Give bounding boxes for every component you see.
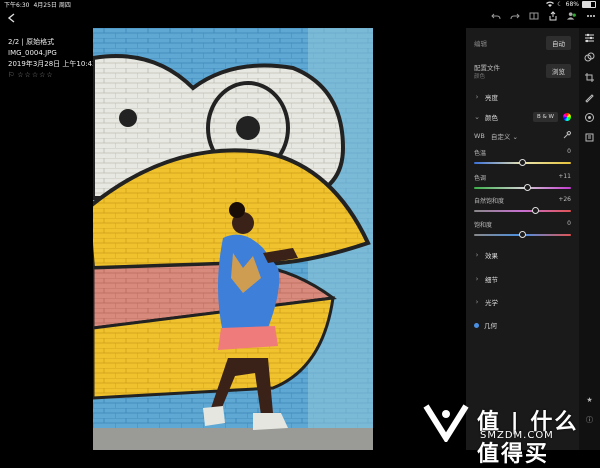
chevron-down-icon: ⌄	[474, 113, 480, 121]
slider-row: 色温 0	[474, 148, 571, 166]
watermark: 值 | 什么值得买 SMZDM.COM	[422, 402, 592, 467]
watermark-logo-icon	[423, 404, 469, 444]
auto-button[interactable]: 自动	[546, 36, 571, 50]
section-light-label: 亮度	[485, 94, 498, 102]
redo-icon	[510, 13, 520, 20]
chevron-left-icon	[7, 13, 15, 23]
section-detail[interactable]: › 细节	[474, 274, 571, 284]
slider-label: 自然饱和度	[474, 198, 505, 205]
edit-panel: 编辑 自动 配置文件 颜色 浏览 › 亮度 ⌄ 颜色 B & W WB 自定义 ⌄ …	[466, 28, 579, 450]
more-button[interactable]	[586, 11, 596, 21]
compare-icon	[529, 12, 539, 20]
star-rating[interactable]: ☆☆☆☆☆	[17, 70, 53, 81]
status-time: 下午6:30	[4, 2, 30, 9]
undo-icon	[491, 13, 501, 20]
moon-icon: ☾	[557, 1, 563, 8]
flag-icon[interactable]: ⚐	[8, 70, 14, 81]
section-color-label: 颜色	[485, 114, 498, 122]
section-geometry-label: 几何	[484, 322, 497, 330]
compare-button[interactable]	[529, 11, 539, 21]
chevron-right-icon: ›	[475, 275, 479, 283]
slider-track[interactable]	[474, 184, 571, 191]
chevron-down-icon: ⌄	[512, 133, 518, 141]
section-light[interactable]: › 亮度	[474, 92, 571, 102]
battery-fill	[583, 2, 592, 7]
share-icon	[549, 11, 557, 21]
slider-value[interactable]: 0	[567, 220, 571, 229]
photo-image	[93, 28, 373, 450]
redo-button[interactable]	[510, 11, 520, 21]
status-date: 4月25日 周四	[33, 2, 71, 9]
section-effects[interactable]: › 效果	[474, 250, 571, 260]
slider-track[interactable]	[474, 231, 571, 238]
section-color[interactable]: ⌄ 颜色 B & W	[474, 112, 571, 122]
slider-track[interactable]	[474, 159, 571, 166]
share-button[interactable]	[548, 11, 558, 21]
slider-row: 色调 +11	[474, 173, 571, 191]
slider-knob[interactable]	[524, 184, 532, 191]
top-toolbar	[491, 11, 596, 21]
browse-button[interactable]: 浏览	[546, 64, 571, 78]
section-geometry[interactable]: 几何	[474, 320, 571, 330]
bw-button[interactable]: B & W	[533, 112, 558, 122]
healing-tool-icon[interactable]	[584, 92, 595, 103]
slider-knob[interactable]	[531, 207, 539, 214]
watermark-sub: SMZDM.COM	[480, 430, 554, 441]
slider-label: 饱和度	[474, 222, 493, 229]
profile-value: 颜色	[474, 74, 486, 80]
slider-label: 色温	[474, 150, 487, 157]
chevron-right-icon: ›	[475, 251, 479, 259]
crop-tool-icon[interactable]	[584, 72, 595, 83]
slider-track[interactable]	[474, 207, 571, 214]
section-optics-label: 光学	[485, 299, 498, 307]
section-detail-label: 细节	[485, 276, 498, 284]
chevron-right-icon: ›	[475, 93, 479, 101]
wb-select[interactable]: 自定义 ⌄	[491, 131, 518, 141]
back-button[interactable]	[6, 12, 18, 24]
people-icon	[567, 12, 576, 20]
chevron-right-icon: ›	[475, 298, 479, 306]
slider-value[interactable]: 0	[567, 148, 571, 157]
versions-tool-icon[interactable]	[584, 132, 595, 143]
slider-label: 色调	[474, 175, 487, 182]
section-optics[interactable]: › 光学	[474, 297, 571, 307]
battery-icon	[582, 1, 596, 8]
slider-knob[interactable]	[519, 231, 526, 238]
sliders-tool-icon[interactable]	[584, 32, 595, 43]
photo-canvas[interactable]	[93, 28, 373, 450]
more-icon	[587, 15, 595, 17]
section-effects-label: 效果	[485, 252, 498, 260]
active-dot-icon	[474, 322, 479, 328]
edit-label: 编辑	[474, 40, 487, 48]
wifi-icon	[546, 1, 555, 9]
masking-tool-icon[interactable]	[584, 112, 595, 123]
people-button[interactable]	[567, 11, 577, 21]
slider-value[interactable]: +11	[558, 173, 571, 182]
slider-value[interactable]: +26	[558, 196, 571, 205]
wb-label: WB	[474, 132, 485, 140]
color-mix-icon[interactable]	[563, 113, 571, 121]
battery-percent: 68%	[565, 1, 579, 8]
presets-tool-icon[interactable]	[584, 52, 595, 63]
eyedropper-icon[interactable]	[563, 130, 572, 141]
wb-value: 自定义	[490, 133, 511, 141]
status-bar: 下午6:30 4月25日 周四 ☾ 68%	[0, 0, 600, 9]
slider-row: 饱和度 0	[474, 220, 571, 238]
slider-row: 自然饱和度 +26	[474, 196, 571, 214]
undo-button[interactable]	[491, 11, 501, 21]
profile-label: 配置文件	[474, 64, 500, 72]
slider-knob[interactable]	[519, 159, 526, 166]
tool-rail: ★ ⓘ	[579, 28, 600, 450]
